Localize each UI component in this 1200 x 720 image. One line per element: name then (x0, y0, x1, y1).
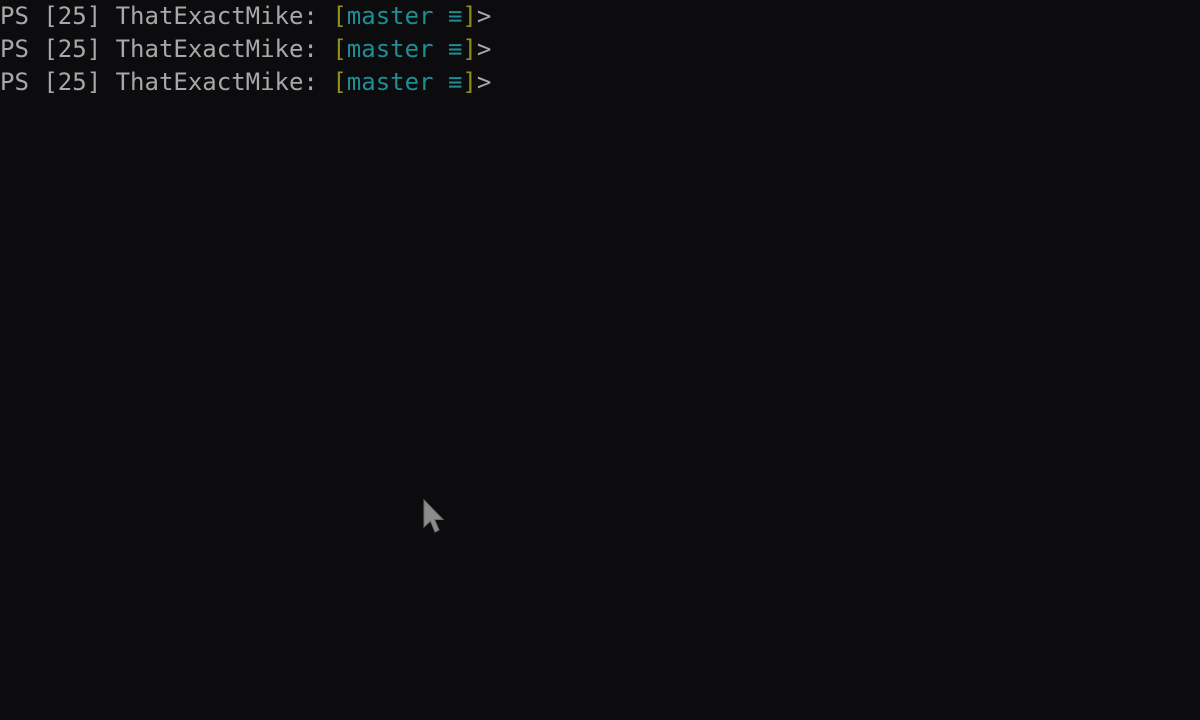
git-open-bracket: [ (332, 68, 347, 96)
prompt-line-2: PS [25] ThatExactMike: [master ≡]> (0, 33, 1200, 66)
git-close-bracket: ] (462, 2, 477, 30)
prompt-prefix: PS [25] ThatExactMike: (0, 68, 333, 96)
git-status-indicator: ≡ (433, 68, 463, 96)
git-status-indicator: ≡ (433, 2, 463, 30)
arrow-pointer-icon (423, 499, 445, 533)
git-close-bracket: ] (462, 68, 477, 96)
prompt-symbol: > (476, 35, 492, 63)
git-status-indicator: ≡ (433, 35, 463, 63)
prompt-symbol: > (476, 2, 492, 30)
prompt-prefix: PS [25] ThatExactMike: (0, 2, 333, 30)
prompt-prefix: PS [25] ThatExactMike: (0, 35, 333, 63)
git-open-bracket: [ (332, 2, 347, 30)
git-branch-name: master (346, 68, 434, 96)
git-close-bracket: ] (462, 35, 477, 63)
git-branch-name: master (346, 2, 434, 30)
git-branch-name: master (346, 35, 434, 63)
terminal-window[interactable]: PS [25] ThatExactMike: [master ≡]> PS [2… (0, 0, 1200, 720)
git-open-bracket: [ (332, 35, 347, 63)
prompt-line-3[interactable]: PS [25] ThatExactMike: [master ≡]> (0, 66, 1200, 99)
prompt-symbol: > (476, 68, 492, 96)
prompt-line-1: PS [25] ThatExactMike: [master ≡]> (0, 0, 1200, 33)
